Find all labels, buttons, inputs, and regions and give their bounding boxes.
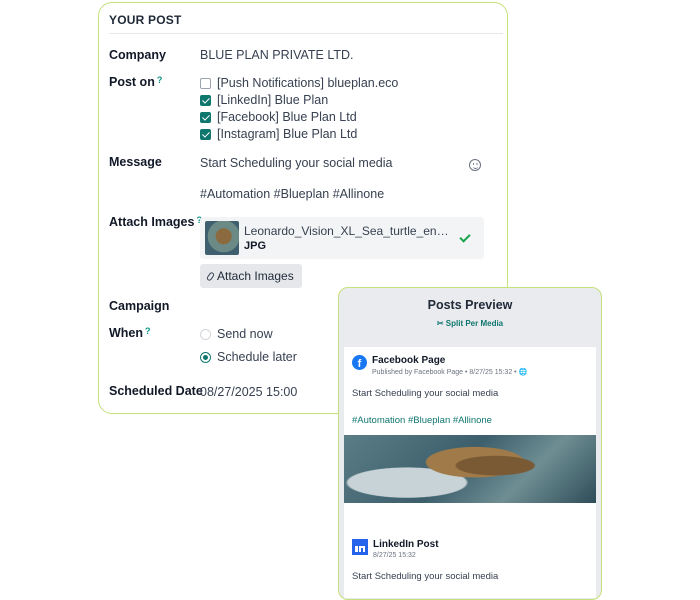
emoji-add-icon[interactable]	[469, 159, 481, 171]
send-now-label: Send now	[217, 327, 273, 341]
attach-images-label-text: Attach Images	[109, 215, 195, 229]
when-option-send-now[interactable]: Send now	[200, 327, 273, 341]
preview-title: Posts Preview	[427, 298, 513, 312]
section-title: YOUR POST	[109, 13, 503, 34]
attach-images-button-label: Attach Images	[217, 269, 294, 283]
post-on-option-linkedin[interactable]: [LinkedIn] Blue Plan	[200, 93, 328, 107]
facebook-label: [Facebook] Blue Plan Ltd	[217, 110, 357, 124]
post-on-label: Post on?	[109, 75, 162, 89]
when-help-icon[interactable]: ?	[145, 326, 151, 336]
when-option-schedule-later[interactable]: Schedule later	[200, 350, 297, 364]
scheduled-date-label: Scheduled Date	[109, 384, 203, 398]
post-on-option-facebook[interactable]: [Facebook] Blue Plan Ltd	[200, 110, 357, 124]
linkedin-post-meta: 8/27/25 15:32	[373, 552, 416, 559]
facebook-post-meta: Published by Facebook Page • 8/27/25 15:…	[372, 369, 528, 376]
facebook-page-name: Facebook Page	[372, 355, 446, 366]
company-value[interactable]: BLUE PLAN PRIVATE LTD.	[200, 48, 354, 62]
send-now-radio[interactable]	[200, 328, 211, 340]
attached-file-card[interactable]: Leonardo_Vision_XL_Sea_turtle_entangled_…	[200, 217, 484, 259]
company-label: Company	[109, 48, 166, 62]
push-notifications-checkbox[interactable]	[200, 77, 211, 89]
facebook-post-text: Start Scheduling your social media	[352, 388, 499, 399]
split-per-media-link[interactable]: ✂ Split Per Media	[339, 319, 601, 328]
paperclip-icon	[205, 270, 216, 282]
facebook-checkbox[interactable]	[200, 111, 211, 123]
linkedin-post-text: Start Scheduling your social media	[352, 571, 499, 582]
facebook-icon: f	[352, 355, 367, 370]
schedule-later-label: Schedule later	[217, 350, 297, 364]
post-on-option-instagram[interactable]: [Instagram] Blue Plan Ltd	[200, 127, 357, 141]
attach-images-label: Attach Images?	[109, 215, 202, 229]
linkedin-checkbox[interactable]	[200, 94, 211, 106]
upload-check-icon	[459, 230, 471, 243]
linkedin-icon	[352, 539, 368, 555]
linkedin-post-heading: LinkedIn Post 8/27/25 15:32	[373, 539, 439, 559]
linkedin-label: [LinkedIn] Blue Plan	[217, 93, 329, 107]
posts-preview-card: Posts Preview ✂ Split Per Media f Facebo…	[338, 287, 602, 600]
post-on-help-icon[interactable]: ?	[157, 75, 163, 85]
post-on-option-push[interactable]: [Push Notifications] blueplan.eco	[200, 76, 398, 90]
message-line-1[interactable]: Start Scheduling your social media	[200, 156, 392, 170]
attached-file-type: JPG	[244, 240, 267, 252]
attached-file-info: Leonardo_Vision_XL_Sea_turtle_entangled_…	[244, 224, 460, 252]
facebook-post-heading: Facebook Page Published by Facebook Page…	[372, 355, 527, 376]
campaign-label: Campaign	[109, 299, 170, 313]
when-label-text: When	[109, 326, 144, 340]
attached-image-thumbnail	[205, 221, 239, 255]
facebook-post-hashtags: #Automation #Blueplan #Allinone	[352, 415, 492, 426]
instagram-label: [Instagram] Blue Plan Ltd	[217, 127, 358, 141]
linkedin-post-header: LinkedIn Post 8/27/25 15:32	[344, 530, 596, 559]
message-label: Message	[109, 155, 162, 169]
message-line-2[interactable]: #Automation #Blueplan #Allinone	[200, 187, 384, 201]
when-label: When?	[109, 326, 151, 340]
post-on-label-text: Post on	[109, 75, 155, 89]
attached-file-name: Leonardo_Vision_XL_Sea_turtle_entangled_…	[244, 224, 449, 238]
facebook-post-image	[344, 435, 596, 503]
attach-images-button[interactable]: Attach Images	[200, 264, 302, 288]
linkedin-post-preview: LinkedIn Post 8/27/25 15:32 Start Schedu…	[344, 530, 596, 598]
schedule-later-radio[interactable]	[200, 351, 211, 363]
push-notifications-label: [Push Notifications] blueplan.eco	[217, 76, 399, 90]
instagram-checkbox[interactable]	[200, 128, 211, 140]
facebook-post-preview: f Facebook Page Published by Facebook Pa…	[344, 347, 596, 543]
scheduled-date-value[interactable]: 08/27/2025 15:00	[200, 385, 297, 399]
linkedin-post-name: LinkedIn Post	[373, 539, 439, 550]
facebook-post-header: f Facebook Page Published by Facebook Pa…	[344, 347, 596, 376]
